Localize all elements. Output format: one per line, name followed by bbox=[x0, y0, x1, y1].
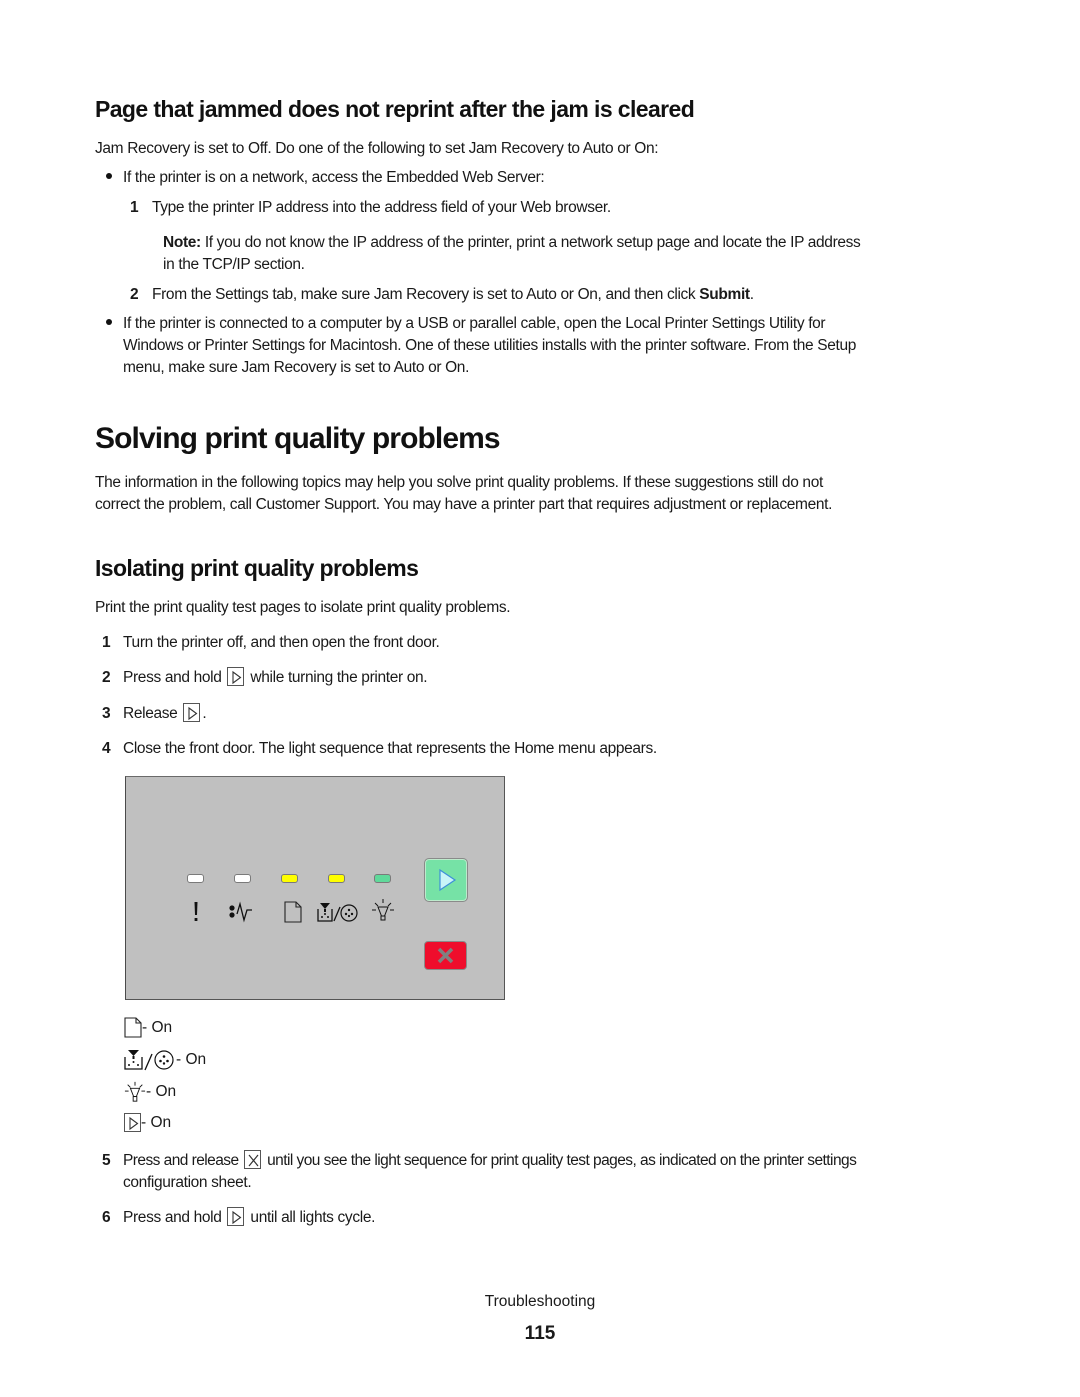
legend-item-paper: - On bbox=[124, 1017, 172, 1038]
step-number: 6 bbox=[102, 1209, 111, 1226]
toner-drum-icon bbox=[124, 1050, 174, 1071]
step-text: until you see the light sequence for pri… bbox=[263, 1152, 857, 1169]
step-number: 4 bbox=[102, 740, 111, 757]
printer-control-panel bbox=[125, 776, 505, 1000]
toner-drum-icon bbox=[317, 903, 358, 922]
footer-section-label: Troubleshooting bbox=[484, 1293, 596, 1310]
cancel-button-icon bbox=[244, 1150, 262, 1169]
step-number: 5 bbox=[102, 1152, 111, 1169]
page-number: 115 bbox=[524, 1323, 556, 1344]
note-line-1: Note: If you do not know the IP address … bbox=[163, 232, 861, 255]
cancel-button[interactable] bbox=[424, 941, 467, 970]
led-paper-jam bbox=[234, 874, 251, 883]
step-3-text: Release . bbox=[123, 703, 207, 726]
note-line-2: in the TCP/IP section. bbox=[163, 256, 305, 273]
bullet-marker bbox=[106, 319, 112, 325]
x-icon bbox=[437, 947, 454, 964]
bullet-usb-line-3: menu, make sure Jam Recovery is set to A… bbox=[123, 359, 470, 376]
legend-label: - On bbox=[141, 1113, 172, 1131]
led-error bbox=[187, 874, 204, 883]
lightbulb-icon bbox=[372, 899, 394, 921]
play-icon bbox=[439, 868, 457, 892]
continue-button-icon bbox=[124, 1113, 141, 1132]
section-heading-jam: Page that jammed does not reprint after … bbox=[95, 96, 695, 122]
step-text: Press and release bbox=[123, 1152, 243, 1169]
continue-button-icon bbox=[227, 1207, 245, 1226]
section-heading-isolating: Isolating print quality problems bbox=[95, 555, 419, 581]
continue-button-icon bbox=[183, 703, 201, 722]
bullet-network: If the printer is on a network, access t… bbox=[123, 169, 545, 186]
note-text: If you do not know the IP address of the… bbox=[200, 234, 861, 251]
legend-label: - On bbox=[146, 1083, 177, 1100]
step-text: From the Settings tab, make sure Jam Rec… bbox=[152, 286, 700, 303]
step-ip-address: Type the printer IP address into the add… bbox=[152, 199, 611, 216]
led-load-paper bbox=[281, 874, 298, 883]
continue-button[interactable] bbox=[424, 858, 468, 902]
led-toner-drum bbox=[328, 874, 345, 883]
bullet-marker bbox=[106, 173, 112, 179]
led-ready bbox=[374, 874, 391, 883]
step-text: until all lights cycle. bbox=[246, 1209, 376, 1226]
paper-icon bbox=[124, 1017, 142, 1038]
bullet-usb-line-2: Windows or Printer Settings for Macintos… bbox=[123, 337, 857, 354]
solving-para-line-1: The information in the following topics … bbox=[95, 474, 823, 491]
jam-intro: Jam Recovery is set to Off. Do one of th… bbox=[95, 140, 659, 157]
legend-item-toner-drum: - On bbox=[124, 1049, 206, 1071]
step-5-text: Press and release until you see the ligh… bbox=[123, 1150, 857, 1173]
step-text: Press and hold bbox=[123, 669, 226, 686]
bullet-usb-line-1: If the printer is connected to a compute… bbox=[123, 315, 826, 332]
step-number: 2 bbox=[102, 669, 111, 686]
step-5-text-line-2: configuration sheet. bbox=[123, 1174, 252, 1191]
step-number: 1 bbox=[102, 634, 111, 651]
step-4-text: Close the front door. The light sequence… bbox=[123, 740, 657, 757]
section-heading-solving: Solving print quality problems bbox=[95, 422, 501, 455]
step-text: Press and hold bbox=[123, 1209, 226, 1226]
step-1-text: Turn the printer off, and then open the … bbox=[123, 634, 440, 651]
submit-label: Submit bbox=[699, 286, 750, 303]
solving-para-line-2: correct the problem, call Customer Suppo… bbox=[95, 496, 833, 513]
step-text: Release bbox=[123, 705, 182, 722]
continue-button-icon bbox=[227, 667, 245, 686]
legend-label: - On bbox=[176, 1051, 207, 1068]
paper-icon bbox=[284, 901, 302, 923]
legend-item-ready: - On bbox=[124, 1081, 176, 1103]
step-text: while turning the printer on. bbox=[246, 669, 428, 686]
step-2-text: Press and hold while turning the printer… bbox=[123, 667, 428, 690]
step-number: 1 bbox=[130, 199, 139, 216]
exclamation-icon bbox=[194, 902, 198, 921]
step-number: 3 bbox=[102, 705, 111, 722]
step-number: 2 bbox=[130, 286, 139, 303]
step-text: . bbox=[749, 286, 754, 303]
step-settings-tab: From the Settings tab, make sure Jam Rec… bbox=[152, 284, 754, 307]
legend-item-continue: - On bbox=[124, 1113, 171, 1132]
isolating-intro: Print the print quality test pages to is… bbox=[95, 599, 511, 616]
legend-label: - On bbox=[142, 1018, 173, 1036]
step-6-text: Press and hold until all lights cycle. bbox=[123, 1207, 375, 1230]
lightbulb-icon bbox=[124, 1081, 146, 1102]
step-text: . bbox=[202, 705, 207, 722]
note-label: Note: bbox=[163, 234, 201, 251]
paper-jam-icon bbox=[229, 901, 252, 923]
